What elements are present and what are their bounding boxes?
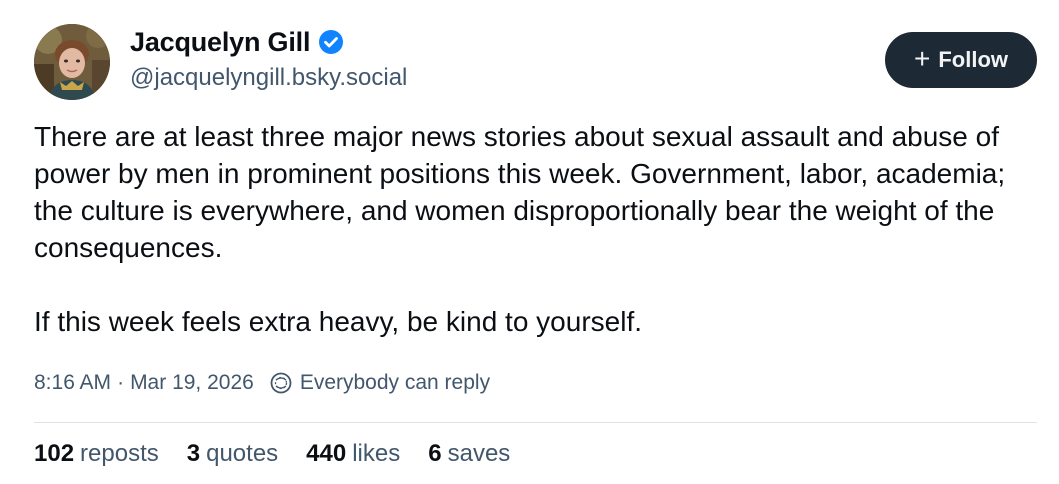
- avatar[interactable]: [34, 24, 110, 100]
- stat-quotes[interactable]: 3 quotes: [187, 440, 278, 468]
- follow-button[interactable]: + Follow: [885, 32, 1037, 88]
- post-card: Jacquelyn Gill @jacquelyngill.bsky.socia…: [0, 0, 1059, 484]
- meta-separator: ·: [117, 371, 125, 394]
- author-info: Jacquelyn Gill @jacquelyngill.bsky.socia…: [130, 24, 407, 92]
- post-meta: 8:16 AM · Mar 19, 2026 Everybody can rep…: [34, 371, 490, 395]
- stat-reposts[interactable]: 102 reposts: [34, 440, 159, 468]
- stat-saves[interactable]: 6 saves: [428, 440, 510, 468]
- stat-label: likes: [352, 440, 401, 467]
- verified-badge-icon[interactable]: [318, 29, 344, 55]
- reply-setting-label[interactable]: Everybody can reply: [300, 371, 490, 395]
- post-time[interactable]: 8:16 AM: [34, 371, 111, 395]
- stat-count: 440: [306, 440, 347, 467]
- follow-label: Follow: [938, 47, 1008, 72]
- stat-label: saves: [447, 440, 511, 467]
- avatar-photo: [34, 24, 110, 100]
- post-paragraph: There are at least three major news stor…: [34, 121, 1006, 263]
- reply-settings-icon: [270, 372, 292, 394]
- stat-count: 6: [428, 440, 442, 467]
- author-handle[interactable]: @jacquelyngill.bsky.social: [130, 64, 407, 92]
- plus-icon: +: [913, 43, 931, 74]
- stat-label: reposts: [80, 440, 159, 467]
- divider: [34, 422, 1037, 423]
- author-display-name[interactable]: Jacquelyn Gill: [130, 27, 310, 58]
- stat-count: 102: [34, 440, 75, 467]
- stat-likes[interactable]: 440 likes: [306, 440, 400, 468]
- engagement-stats: 102 reposts 3 quotes 440 likes 6 saves: [34, 440, 538, 468]
- post-paragraph: If this week feels extra heavy, be kind …: [34, 306, 643, 337]
- post-date[interactable]: Mar 19, 2026: [130, 371, 254, 395]
- author-name-row: Jacquelyn Gill: [130, 24, 407, 60]
- stat-count: 3: [186, 440, 201, 467]
- post-text: There are at least three major news stor…: [34, 118, 1034, 340]
- stat-label: quotes: [206, 440, 279, 467]
